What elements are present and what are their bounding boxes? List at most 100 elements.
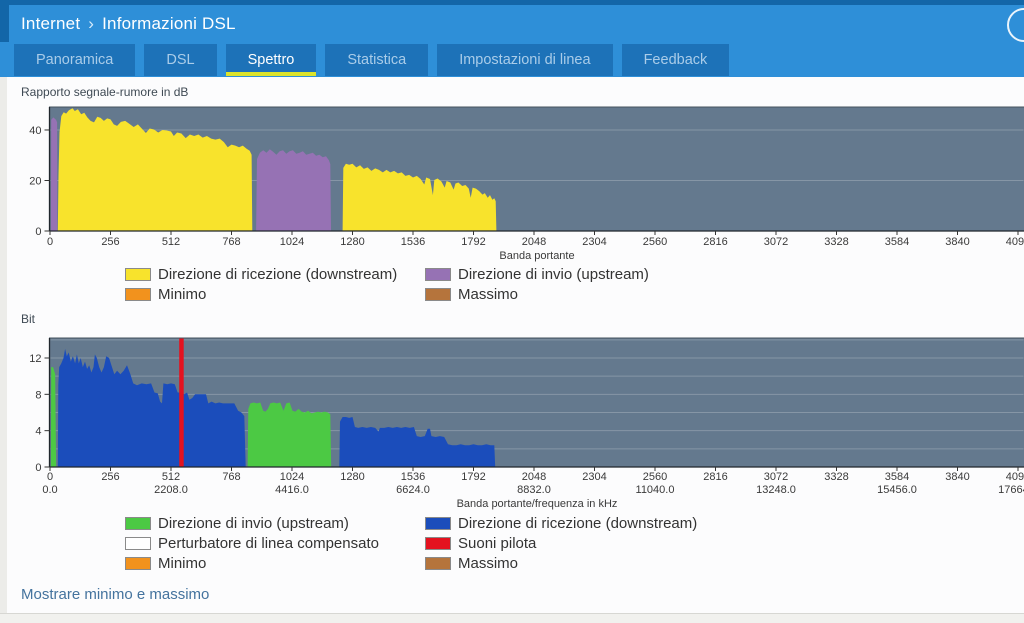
snr-chart: 0256512768102412801536179220482304256028… bbox=[7, 102, 1024, 264]
legend-swatch-pilot-tones bbox=[425, 537, 451, 550]
y-tick-label: 0 bbox=[35, 226, 41, 238]
x-tick-label: 3072 bbox=[764, 236, 788, 248]
x-tick-label: 2304 bbox=[582, 471, 606, 483]
x-tick-label: 3840 bbox=[945, 236, 969, 248]
y-tick-label: 0 bbox=[35, 462, 41, 474]
tab-bar: Panoramica DSL SpettroStatistica Impostazio… bbox=[14, 44, 729, 76]
snr-chart-legend: Direzione di ricezione (downstream) Direz… bbox=[125, 264, 1024, 304]
legend-item-upstream: Direzione di invio (upstream) bbox=[425, 264, 1024, 284]
x-tick-label: 512 bbox=[162, 236, 180, 248]
x-tick-label: 768 bbox=[222, 236, 240, 248]
x-tick-label: 4096 bbox=[1006, 236, 1024, 248]
y-tick-label: 12 bbox=[29, 353, 41, 365]
tab-dsl[interactable]: DSL bbox=[144, 44, 216, 76]
app-header: Internet › Informazioni DSL Panoramica DS… bbox=[0, 0, 1024, 77]
x-tick-label: 2048 bbox=[522, 236, 546, 248]
legend-swatch-downstream bbox=[125, 268, 151, 281]
x-tick-sublabel: 11040.0 bbox=[636, 484, 675, 496]
tab-statistica[interactable]: Statistica bbox=[325, 44, 428, 76]
legend-item-minimum: Minimo bbox=[125, 284, 425, 304]
band-upstream-upstream-main bbox=[248, 403, 332, 468]
legend-item-downstream: Direzione di ricezione (downstream) bbox=[425, 513, 1024, 533]
y-tick-label: 40 bbox=[29, 125, 41, 137]
x-tick-sublabel: 0.0 bbox=[42, 484, 57, 496]
x-tick-label: 1792 bbox=[461, 471, 485, 483]
x-tick-sublabel: 8832.0 bbox=[517, 484, 551, 496]
legend-swatch-downstream bbox=[425, 517, 451, 530]
breadcrumb-separator-icon: › bbox=[88, 14, 94, 34]
bit-chart: 00.02565122208.076810244416.012801536662… bbox=[7, 329, 1024, 513]
legend-item-downstream: Direzione di ricezione (downstream) bbox=[125, 264, 425, 284]
legend-item-maximum: Massimo bbox=[425, 284, 1024, 304]
x-tick-sublabel: 6624.0 bbox=[396, 484, 430, 496]
legend-swatch-compensated-disturber bbox=[125, 537, 151, 550]
x-tick-label: 0 bbox=[47, 236, 53, 248]
legend-label-minimum: Minimo bbox=[158, 286, 206, 303]
x-tick-label: 768 bbox=[222, 471, 240, 483]
x-tick-label: 0 bbox=[47, 471, 53, 483]
legend-item-minimum: Minimo bbox=[125, 553, 425, 573]
x-tick-label: 1792 bbox=[461, 236, 485, 248]
legend-swatch-minimum bbox=[125, 288, 151, 301]
x-tick-label: 3584 bbox=[885, 236, 909, 248]
help-icon[interactable] bbox=[1007, 8, 1024, 42]
bit-chart-legend: Direzione di invio (upstream) Direzione d… bbox=[125, 513, 1024, 573]
legend-swatch-upstream bbox=[125, 517, 151, 530]
x-tick-label: 1280 bbox=[340, 471, 364, 483]
legend-label-maximum: Massimo bbox=[458, 555, 518, 572]
x-tick-sublabel: 4416.0 bbox=[275, 484, 309, 496]
show-min-max-link[interactable]: Mostrare minimo e massimo bbox=[21, 586, 209, 603]
x-tick-label: 256 bbox=[101, 236, 119, 248]
main-content: Rapporto segnale-rumore in dB 0 256 512 768… bbox=[7, 77, 1024, 623]
band-upstream-upstream-main bbox=[256, 149, 331, 231]
x-tick-label: 1024 bbox=[280, 236, 304, 248]
x-tick-sublabel: 13248.0 bbox=[756, 484, 796, 496]
x-tick-label: 2560 bbox=[643, 236, 667, 248]
x-tick-label: 3840 bbox=[945, 471, 969, 483]
legend-label-maximum: Massimo bbox=[458, 286, 518, 303]
legend-swatch-upstream bbox=[425, 268, 451, 281]
y-tick-label: 8 bbox=[35, 389, 41, 401]
tab-panoramica[interactable]: Panoramica bbox=[14, 44, 135, 76]
legend-swatch-minimum bbox=[125, 557, 151, 570]
x-tick-label: 4096 bbox=[1006, 471, 1024, 483]
legend-label-upstream: Direzione di invio (upstream) bbox=[158, 515, 349, 532]
legend-swatch-maximum bbox=[425, 288, 451, 301]
pilot-tone-line bbox=[179, 339, 184, 468]
x-tick-label: 256 bbox=[101, 471, 119, 483]
legend-label-pilot-tones: Suoni pilota bbox=[458, 535, 536, 552]
tab-spettro[interactable]: Spettro bbox=[226, 44, 317, 76]
legend-item-upstream: Direzione di invio (upstream) bbox=[125, 513, 425, 533]
x-tick-label: 512 bbox=[162, 471, 180, 483]
x-tick-label: 1280 bbox=[340, 236, 364, 248]
legend-label-downstream: Direzione di ricezione (downstream) bbox=[158, 266, 397, 283]
legend-label-compensated-disturber: Perturbatore di linea compensato bbox=[158, 535, 379, 552]
snr-chart-title: Rapporto segnale-rumore in dB bbox=[7, 77, 1024, 102]
x-tick-label: 3072 bbox=[764, 471, 788, 483]
legend-item-compensated-disturber: Perturbatore di linea compensato bbox=[125, 533, 425, 553]
x-tick-label: 2816 bbox=[703, 236, 727, 248]
x-tick-label: 3328 bbox=[824, 471, 848, 483]
y-tick-label: 4 bbox=[35, 426, 41, 438]
legend-swatch-maximum bbox=[425, 557, 451, 570]
tab-impostazioni-di-linea[interactable]: Impostazioni di linea bbox=[437, 44, 612, 76]
legend-label-upstream: Direzione di invio (upstream) bbox=[458, 266, 649, 283]
x-tick-label: 2304 bbox=[582, 236, 606, 248]
x-tick-label: 3328 bbox=[824, 236, 848, 248]
legend-item-pilot-tones: Suoni pilota bbox=[425, 533, 1024, 553]
page-title: Informazioni DSL bbox=[102, 14, 236, 34]
legend-label-minimum: Minimo bbox=[158, 555, 206, 572]
x-tick-label: 2560 bbox=[643, 471, 667, 483]
x-axis-title: Banda portante bbox=[499, 250, 574, 262]
x-tick-label: 3584 bbox=[885, 471, 909, 483]
y-tick-label: 20 bbox=[29, 175, 41, 187]
breadcrumb: Internet › Informazioni DSL bbox=[21, 5, 236, 42]
x-tick-sublabel: 15456.0 bbox=[877, 484, 917, 496]
bit-chart-title: Bit bbox=[7, 304, 1024, 329]
page-footer bbox=[0, 613, 1024, 623]
x-tick-label: 2048 bbox=[522, 471, 546, 483]
x-tick-sublabel: 17664.0 bbox=[998, 484, 1024, 496]
corner-accent-block bbox=[0, 0, 9, 42]
breadcrumb-section[interactable]: Internet bbox=[21, 14, 80, 34]
tab-feedback[interactable]: Feedback bbox=[622, 44, 730, 76]
